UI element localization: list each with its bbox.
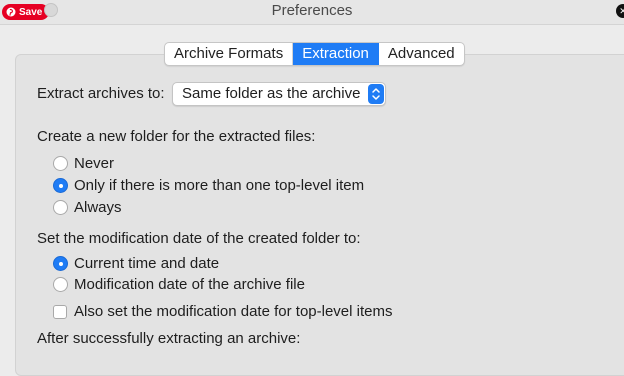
radio-button[interactable] bbox=[53, 156, 68, 171]
tab-archive-formats[interactable]: Archive Formats bbox=[165, 43, 294, 65]
corner-badge-icon: ✕ bbox=[616, 4, 624, 18]
window-title: Preferences bbox=[271, 2, 353, 19]
extract-to-popup[interactable]: Same folder as the archive bbox=[172, 82, 386, 106]
radio-label: Current time and date bbox=[74, 255, 220, 272]
after-extract-heading: After successfully extracting an archive… bbox=[37, 330, 301, 347]
tab-extraction[interactable]: Extraction bbox=[293, 43, 379, 65]
radio-label: Modification date of the archive file bbox=[74, 276, 305, 293]
radio-never[interactable]: Never bbox=[53, 155, 114, 172]
title-bar: Save Preferences ✕ bbox=[0, 0, 624, 25]
checkbox-label: Also set the modification date for top-l… bbox=[74, 303, 393, 320]
checkbox-top-level-mod-date[interactable]: Also set the modification date for top-l… bbox=[53, 303, 393, 320]
popup-stepper-icon bbox=[368, 84, 384, 104]
radio-label: Always bbox=[74, 199, 122, 216]
radio-button-selected[interactable] bbox=[53, 178, 68, 193]
extract-to-value: Same folder as the archive bbox=[182, 85, 361, 102]
radio-button-selected[interactable] bbox=[53, 256, 68, 271]
tab-advanced[interactable]: Advanced bbox=[379, 43, 464, 65]
radio-label: Never bbox=[74, 155, 115, 172]
radio-button[interactable] bbox=[53, 200, 68, 215]
extract-to-label: Extract archives to: bbox=[37, 85, 165, 102]
checkbox[interactable] bbox=[53, 304, 67, 319]
radio-button[interactable] bbox=[53, 277, 68, 292]
tab-bar: Archive Formats Extraction Advanced bbox=[164, 42, 465, 66]
radio-archive-mod-date[interactable]: Modification date of the archive file bbox=[53, 276, 305, 293]
chevron-up-down-icon bbox=[372, 88, 380, 100]
radio-always[interactable]: Always bbox=[53, 199, 122, 216]
radio-label: Only if there is more than one top-level… bbox=[74, 177, 365, 194]
new-folder-heading: Create a new folder for the extracted fi… bbox=[37, 128, 316, 145]
mod-date-heading: Set the modification date of the created… bbox=[37, 230, 361, 247]
radio-current-time[interactable]: Current time and date bbox=[53, 255, 219, 272]
radio-only-if-multiple[interactable]: Only if there is more than one top-level… bbox=[53, 177, 364, 194]
